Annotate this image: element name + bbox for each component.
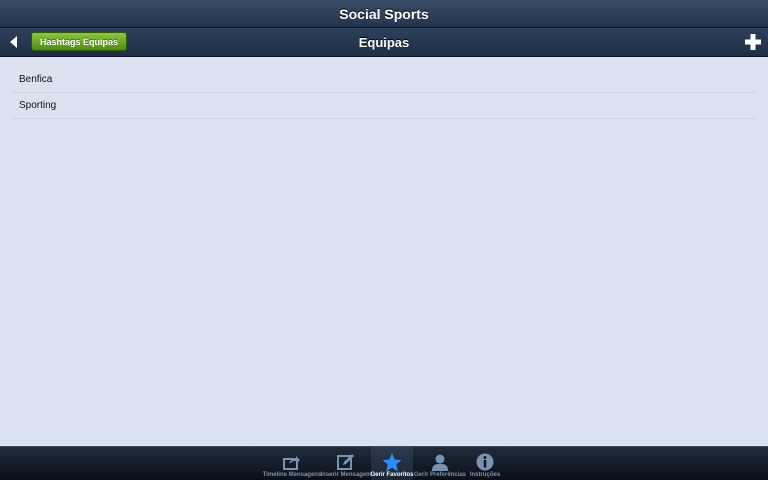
tab-label: Inserir Mensagem (320, 472, 372, 478)
tab-label: Gerir Preferências (413, 472, 467, 478)
info-icon (476, 453, 494, 471)
tab-bar: Timeline Mensagens Inserir Mensagem Geri… (0, 446, 768, 480)
team-name: Benfica (19, 74, 53, 85)
list-item[interactable]: Benfica (12, 67, 756, 93)
hashtags-equipas-button[interactable]: Hashtags Equipas (31, 32, 128, 51)
compose-icon (337, 453, 355, 471)
user-icon (431, 453, 449, 471)
tab-inserir-mensagem[interactable]: Inserir Mensagem (320, 447, 372, 480)
tab-gerir-favoritos[interactable]: Gerir Favoritos (370, 447, 414, 480)
team-name: Sporting (19, 100, 57, 111)
tab-label: Gerir Favoritos (370, 472, 414, 478)
app-title: Social Sports (339, 5, 429, 22)
star-icon (382, 452, 402, 471)
add-team-button[interactable] (744, 33, 762, 51)
tab-timeline-mensagens[interactable]: Timeline Mensagens (263, 447, 321, 480)
plus-icon (745, 34, 761, 50)
tab-label: Timeline Mensagens (262, 472, 322, 478)
back-arrow-icon (10, 36, 17, 48)
tab-gerir-preferencias[interactable]: Gerir Preferências (413, 447, 467, 480)
teams-list: Benfica Sporting (12, 67, 756, 119)
app-title-bar: Social Sports (0, 0, 768, 28)
back-button[interactable] (6, 34, 22, 50)
share-icon (283, 453, 301, 471)
tab-instrucoes[interactable]: Instruções (467, 447, 503, 480)
tab-label: Instruções (469, 472, 501, 478)
navigation-bar: Hashtags Equipas Equipas (0, 28, 768, 57)
list-item[interactable]: Sporting (12, 93, 756, 119)
